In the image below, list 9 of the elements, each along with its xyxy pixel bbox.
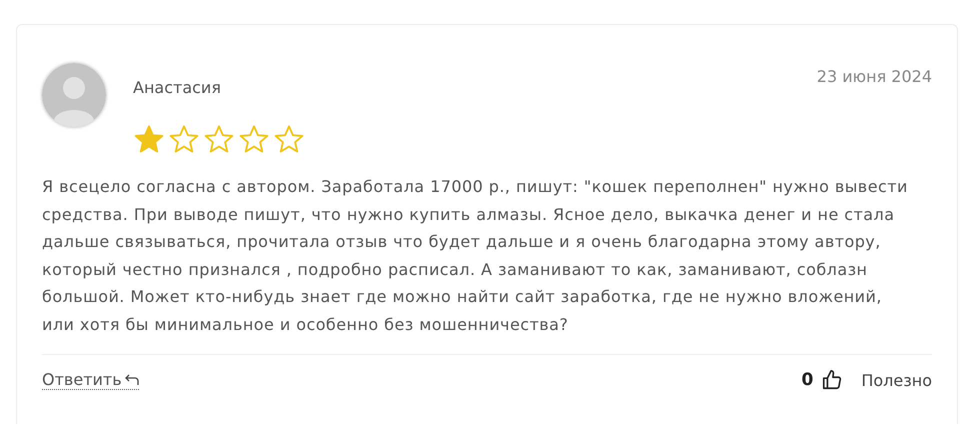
avatar-icon bbox=[42, 63, 106, 127]
useful-label: Полезно bbox=[861, 370, 932, 390]
like-count: 0 bbox=[802, 370, 814, 390]
reply-link[interactable]: Ответить bbox=[42, 370, 139, 390]
review-date: 23 июня 2024 bbox=[816, 67, 932, 86]
author-name: Анастасия bbox=[133, 78, 222, 97]
thumbs-up-icon[interactable] bbox=[821, 369, 844, 391]
reply-icon bbox=[124, 374, 139, 386]
review-text: Я всецело согласна с автором. Заработала 17000 р., пишут: "кошек переполнен" нужно вывести средства. При выводе пишут, что нужно купить алмазы. Ясное дело, выкачка денег и не стала дальше связываться, прочитала отзыв что будет дальше и я очень благодарна этому автору, который честно признался , подробно расписал. А заманивают то как, заманивают, соблазн большой. Может кто-нибудь знает где можно найти сайт заработка, где не нужно вложений, или хотя бы минимальное и особенно без мошенничества? bbox=[42, 176, 909, 336]
